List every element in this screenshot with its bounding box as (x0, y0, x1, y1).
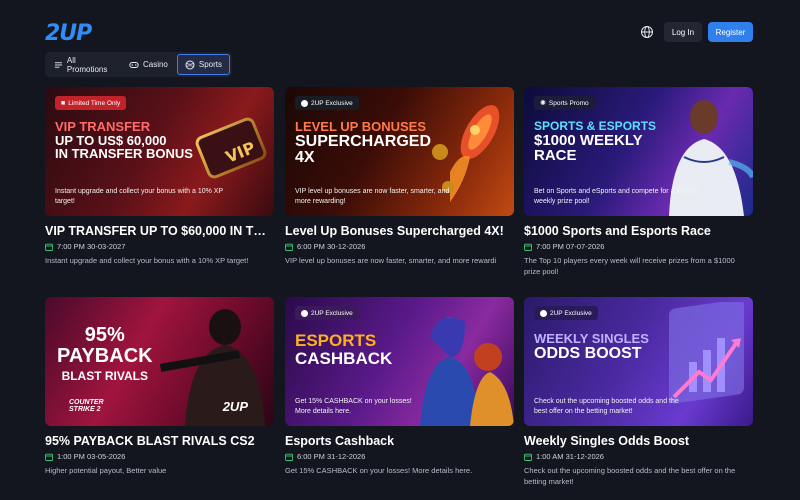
banner-headline: LEVEL UP BONUSES SUPERCHARGED 4X (295, 120, 431, 167)
promo-banner[interactable]: VIP ■ Limited Time Only VIP TRANSFER UP … (45, 87, 274, 216)
tab-all-promotions[interactable]: All Promotions (47, 54, 120, 75)
brand-badge-icon (540, 309, 547, 317)
promo-banner[interactable]: 2UP Exclusive ESPORTS CASHBACK Get 15% C… (285, 297, 514, 426)
card-description: Higher potential payout, Better value (45, 466, 167, 475)
promo-banner[interactable]: 2UP Exclusive WEEKLY SINGLES ODDS BOOST … (524, 297, 753, 426)
promotion-tabs: All Promotions Casino Sports (45, 52, 232, 77)
card-date: 7:00 PM 30-03-2027 (45, 242, 274, 251)
calendar-icon (285, 453, 293, 461)
banner-line: UP TO US$ 60,000 (55, 132, 167, 148)
tab-sports[interactable]: Sports (176, 54, 230, 75)
card-title[interactable]: Level Up Bonuses Supercharged 4X! (285, 224, 514, 238)
promo-tag: ✺ Sports Promo (534, 96, 595, 110)
card-title[interactable]: Weekly Singles Odds Boost (524, 434, 753, 448)
banner-line: 95% (84, 324, 125, 346)
promo-tag: 2UP Exclusive (295, 306, 359, 320)
promo-banner[interactable]: ✺ Sports Promo SPORTS & ESPORTS $1000 WE… (524, 87, 753, 216)
calendar-icon (524, 453, 532, 461)
promo-card-odds-boost[interactable]: 2UP Exclusive WEEKLY SINGLES ODDS BOOST … (524, 297, 753, 488)
card-title[interactable]: 95% PAYBACK BLAST RIVALS CS2 (45, 434, 274, 448)
card-title[interactable]: VIP TRANSFER UP TO $60,000 IN TRANSFER B… (45, 224, 274, 238)
banner-line: $1000 WEEKLY (534, 131, 643, 149)
banner-line: PAYBACK (57, 345, 153, 367)
globe-icon[interactable] (640, 25, 654, 39)
register-button[interactable]: Register (708, 22, 753, 42)
banner-description: Check out the upcoming boosted odds and … (534, 398, 679, 415)
banner-headline: WEEKLY SINGLES ODDS BOOST (534, 332, 649, 362)
banner-headline: 95% PAYBACK BLAST RIVALS (57, 325, 153, 383)
brand-badge-icon (301, 309, 308, 317)
calendar-icon (45, 453, 53, 461)
heroes-graphic (420, 317, 514, 426)
promo-card-blast-rivals[interactable]: 95% PAYBACK BLAST RIVALS COUNTER STRIKE … (45, 297, 274, 476)
banner-headline: ESPORTS CASHBACK (295, 332, 392, 368)
promo-card-level-up[interactable]: 2UP Exclusive LEVEL UP BONUSES SUPERCHAR… (285, 87, 514, 266)
soldier-graphic (159, 309, 265, 426)
banner-line: RACE (534, 147, 577, 165)
card-description: VIP level up bonuses are now faster, sma… (285, 256, 497, 265)
banner-description: VIP level up bonuses are now faster, sma… (295, 188, 450, 205)
gamepad-icon (129, 61, 139, 68)
logo[interactable]: 2UP (45, 21, 92, 46)
banner-description: Get 15% CASHBACK on your losses! More de… (295, 398, 412, 415)
calendar-icon (524, 243, 532, 251)
promo-tag: 2UP Exclusive (295, 96, 359, 110)
game-logo: COUNTER STRIKE 2 (69, 398, 104, 414)
promo-tag: 2UP Exclusive (534, 306, 598, 320)
banner-line: ESPORTS (295, 331, 377, 350)
card-description: Instant upgrade and collect your bonus w… (45, 256, 249, 265)
banner-line: ODDS BOOST (534, 344, 642, 362)
calendar-icon (285, 243, 293, 251)
promo-card-esports-cashback[interactable]: 2UP Exclusive ESPORTS CASHBACK Get 15% C… (285, 297, 514, 476)
banner-headline: SPORTS & ESPORTS $1000 WEEKLY RACE (534, 120, 656, 164)
card-date: 1:00 PM 03-05-2026 (45, 452, 274, 461)
card-title[interactable]: $1000 Sports and Esports Race (524, 224, 753, 238)
banner-line: 4X (295, 149, 315, 167)
vip-card-graphic: VIP (195, 117, 267, 179)
banner-line: SPORTS & ESPORTS (534, 119, 657, 133)
card-description: Check out the upcoming boosted odds and … (524, 466, 736, 487)
card-date: 1:00 AM 31-12-2026 (524, 452, 753, 461)
banner-line: BLAST RIVALS (61, 369, 149, 383)
banner-description: Instant upgrade and collect your bonus w… (55, 188, 223, 205)
login-button[interactable]: Log In (664, 22, 702, 42)
gift-icon: ■ (61, 99, 66, 107)
card-date: 6:00 PM 31-12-2026 (285, 452, 514, 461)
banner-line: SUPERCHARGED (295, 132, 432, 150)
card-description: The Top 10 players every week will recei… (524, 256, 735, 277)
card-title[interactable]: Esports Cashback (285, 434, 514, 448)
promo-card-vip-transfer[interactable]: VIP ■ Limited Time Only VIP TRANSFER UP … (45, 87, 274, 266)
banner-line: IN TRANSFER BONUS (55, 146, 193, 162)
banner-line: WEEKLY SINGLES (534, 331, 649, 346)
brand-badge-icon (301, 99, 308, 107)
banner-headline: VIP TRANSFER UP TO US$ 60,000 IN TRANSFE… (55, 120, 193, 161)
banner-description: Bet on Sports and eSports and compete fo… (534, 188, 698, 205)
tab-casino[interactable]: Casino (122, 54, 175, 75)
calendar-icon (45, 243, 53, 251)
card-description: Get 15% CASHBACK on your losses! More de… (285, 466, 473, 475)
tab-label: All Promotions (66, 55, 108, 74)
tab-label: Sports (198, 60, 222, 69)
brand-logo: 2UP (222, 399, 248, 414)
promo-banner[interactable]: 95% PAYBACK BLAST RIVALS COUNTER STRIKE … (45, 297, 274, 426)
list-icon (54, 61, 63, 68)
gear-icon: ✺ (540, 100, 546, 107)
ball-icon (185, 60, 195, 69)
banner-line: LEVEL UP BONUSES (295, 119, 426, 134)
banner-line: CASHBACK (295, 348, 393, 368)
card-date: 7:00 PM 07-07-2026 (524, 242, 753, 251)
card-date: 6:00 PM 30-12-2026 (285, 242, 514, 251)
promo-tag: ■ Limited Time Only (55, 96, 127, 110)
tab-label: Casino (142, 60, 168, 69)
promo-banner[interactable]: 2UP Exclusive LEVEL UP BONUSES SUPERCHAR… (285, 87, 514, 216)
banner-line: VIP TRANSFER (55, 119, 151, 134)
promo-card-sports-race[interactable]: ✺ Sports Promo SPORTS & ESPORTS $1000 WE… (524, 87, 753, 278)
